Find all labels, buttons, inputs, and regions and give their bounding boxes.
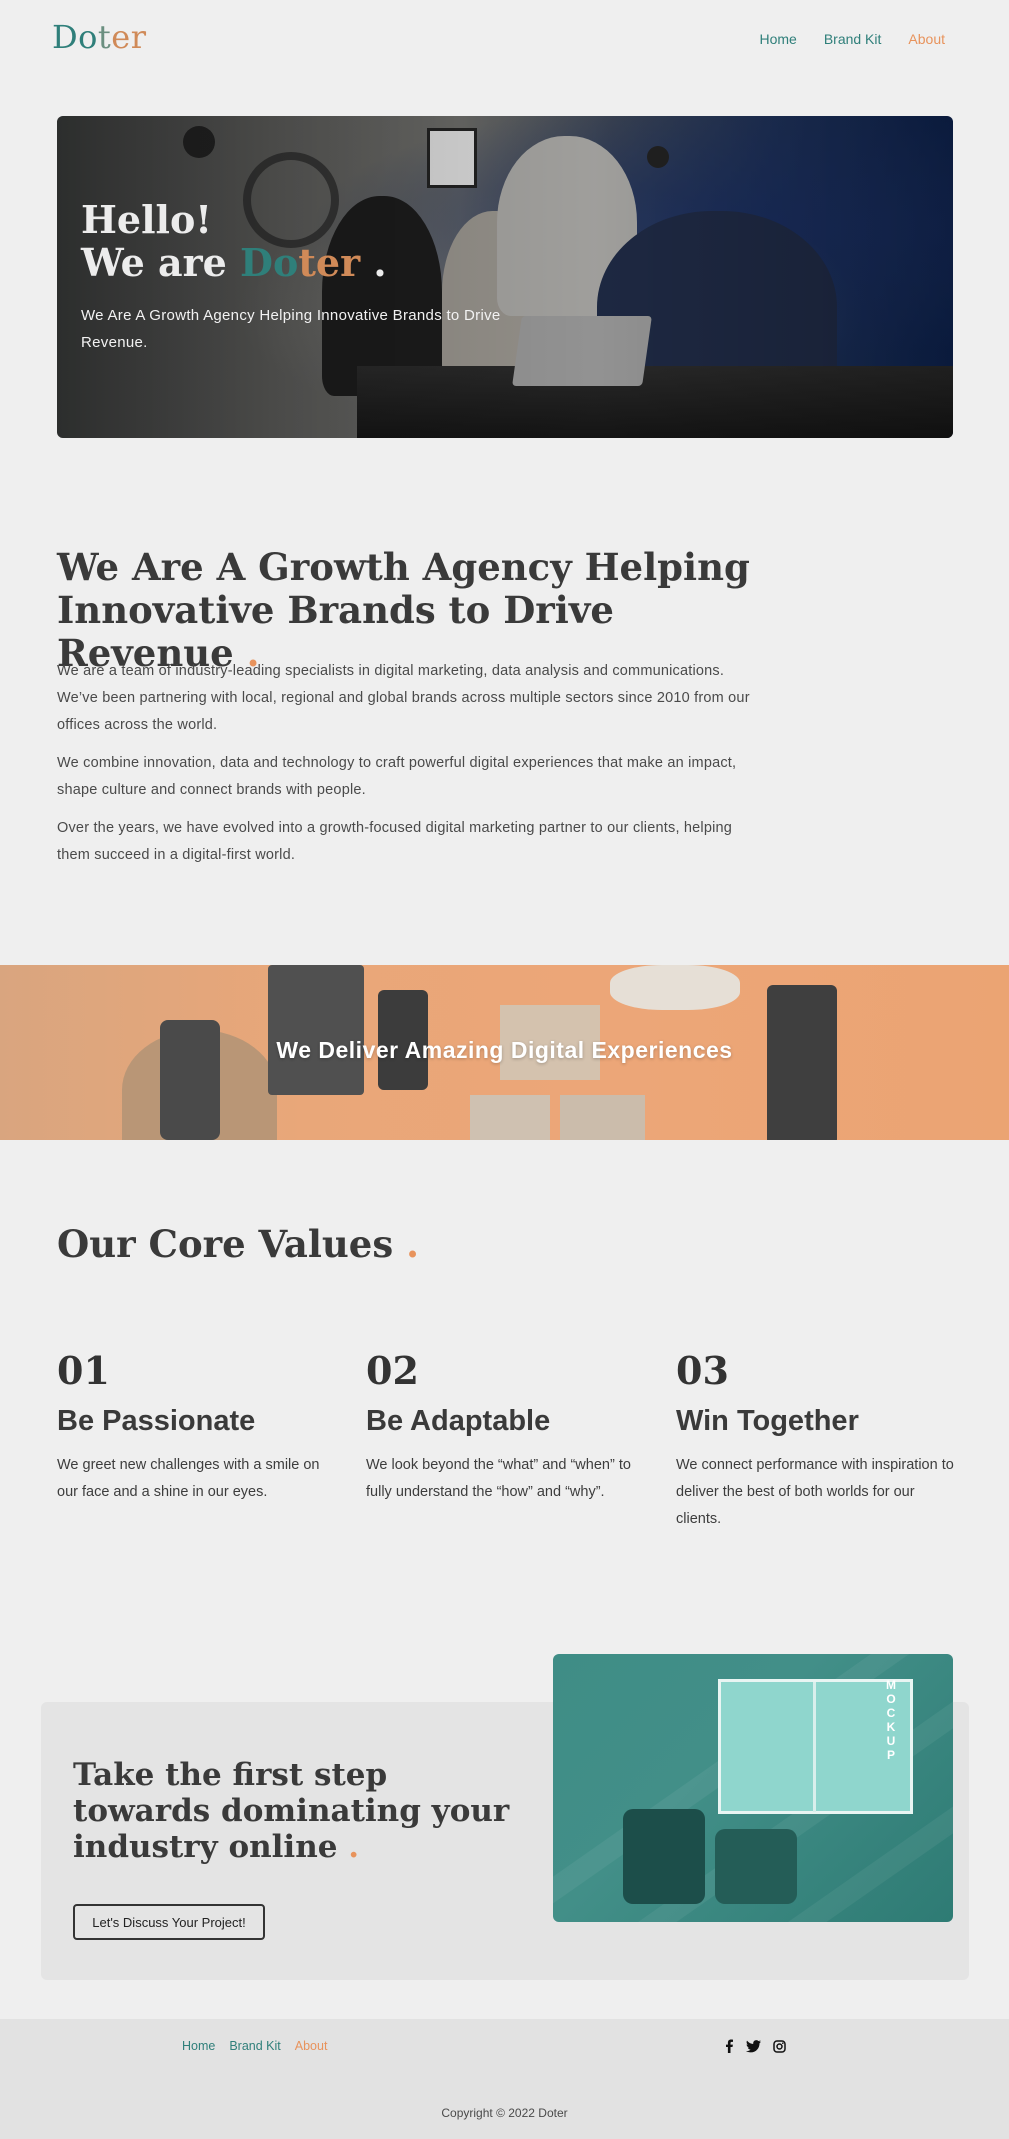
about-paragraph: We are a team of industry-leading specia… xyxy=(57,663,750,733)
hero-photo-person xyxy=(597,211,837,411)
hero-line-1: Hello! xyxy=(81,197,212,242)
about-body: We are a team of industry-leading specia… xyxy=(57,658,767,880)
hero-line-2-suffix: . xyxy=(373,240,387,285)
logo-part-2: t xyxy=(97,18,112,56)
hero-photo-detail xyxy=(434,135,464,165)
main-nav: Home Brand Kit About xyxy=(759,31,945,47)
footer-nav-brand-kit[interactable]: Brand Kit xyxy=(229,2039,280,2053)
value-description: We connect performance with inspiration … xyxy=(676,1457,954,1527)
value-name: Win Together xyxy=(676,1405,859,1437)
banner-product xyxy=(268,965,364,1095)
hero-photo-person xyxy=(497,136,637,316)
discuss-project-button[interactable]: Let's Discuss Your Project! xyxy=(73,1904,265,1940)
accent-dot: . xyxy=(406,1222,419,1266)
value-number: 01 xyxy=(57,1348,110,1393)
value-card: 01 Be Passionate We greet new challenges… xyxy=(57,1348,342,1506)
footer: Home Brand Kit About Copyright © 2022 Do… xyxy=(0,2019,1009,2139)
banner-product xyxy=(560,1095,645,1140)
logo-part-3: er xyxy=(111,18,147,56)
about-heading: We Are A Growth Agency Helping Innovativ… xyxy=(57,546,777,675)
values-heading-text: Our Core Values xyxy=(57,1222,394,1266)
value-name: Be Adaptable xyxy=(366,1405,551,1437)
values-heading: Our Core Values . xyxy=(57,1222,419,1266)
cta-heading: Take the first step towards dominating y… xyxy=(73,1757,513,1865)
value-name: Be Passionate xyxy=(57,1405,256,1437)
banner-product xyxy=(470,1095,550,1140)
footer-nav-home[interactable]: Home xyxy=(182,2039,215,2053)
value-number: 03 xyxy=(676,1348,729,1393)
hero-banner: Hello! We are Doter . We Are A Growth Ag… xyxy=(57,116,953,438)
hero-photo-detail xyxy=(647,146,669,168)
social-links xyxy=(724,2039,786,2058)
logo-part-1: Do xyxy=(52,18,98,56)
nav-home[interactable]: Home xyxy=(759,31,796,47)
banner-heading: We Deliver Amazing Digital Experiences xyxy=(276,1037,733,1063)
footer-nav-about[interactable]: About xyxy=(295,2039,328,2053)
about-paragraph: We combine innovation, data and technolo… xyxy=(57,755,737,798)
hero-photo-detail xyxy=(183,126,215,158)
mockup-label: MOCKUP xyxy=(886,1678,896,1762)
cta-mockup-image: MOCKUP xyxy=(553,1654,953,1922)
facebook-icon[interactable] xyxy=(724,2039,734,2058)
twitter-icon[interactable] xyxy=(746,2039,761,2058)
nav-about[interactable]: About xyxy=(908,31,945,47)
about-heading-text: We Are A Growth Agency Helping Innovativ… xyxy=(57,545,750,675)
logo[interactable]: Doter xyxy=(52,18,147,56)
footer-nav: Home Brand Kit About xyxy=(182,2039,327,2053)
hero-subtitle: We Are A Growth Agency Helping Innovativ… xyxy=(81,307,501,351)
nav-brand-kit[interactable]: Brand Kit xyxy=(824,31,882,47)
banner-product xyxy=(610,965,740,1010)
about-paragraph: Over the years, we have evolved into a g… xyxy=(57,820,733,863)
value-number: 02 xyxy=(366,1348,419,1393)
hero-photo-detail xyxy=(427,128,477,188)
value-description: We greet new challenges with a smile on … xyxy=(57,1457,320,1500)
value-card: 03 Win Together We connect performance w… xyxy=(676,1348,961,1533)
hero-brand-part-2: ter xyxy=(298,240,361,285)
hero-line-2-prefix: We are xyxy=(81,240,227,285)
mockup-jar xyxy=(715,1829,797,1904)
hero-photo-laptop xyxy=(512,316,652,386)
copyright-text: Copyright © 2022 Doter xyxy=(441,2106,568,2120)
instagram-icon[interactable] xyxy=(773,2039,786,2058)
cta-heading-text: Take the first step towards dominating y… xyxy=(73,1757,510,1865)
value-description: We look beyond the “what” and “when” to … xyxy=(366,1457,631,1500)
mockup-book-spine xyxy=(813,1682,816,1812)
hero-text: Hello! We are Doter . We Are A Growth Ag… xyxy=(81,198,501,356)
experience-banner: We Deliver Amazing Digital Experiences xyxy=(0,965,1009,1140)
hero-photo-table xyxy=(357,366,953,438)
mockup-jar xyxy=(623,1809,705,1904)
value-card: 02 Be Adaptable We look beyond the “what… xyxy=(366,1348,651,1506)
hero-heading: Hello! We are Doter . xyxy=(81,198,501,284)
page: Doter Home Brand Kit About Hello! We are… xyxy=(0,0,1009,2139)
hero-brand-part-1: Do xyxy=(240,240,299,285)
hero-line-2: We are Doter . xyxy=(81,241,501,284)
accent-dot: . xyxy=(348,1829,360,1865)
